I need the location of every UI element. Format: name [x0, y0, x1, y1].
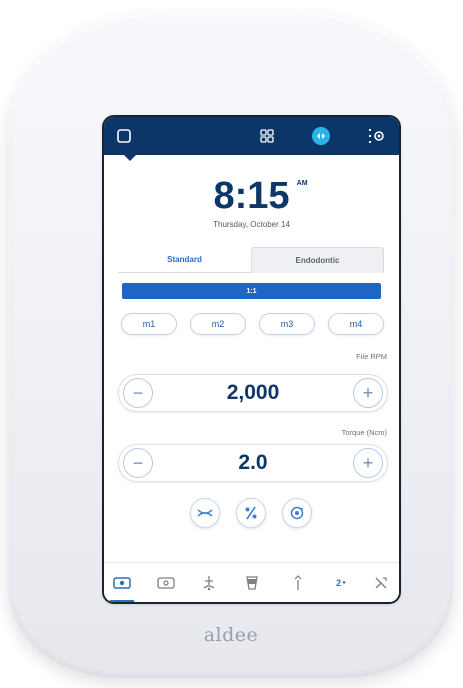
file-rpm-stepper: − 2,000 + [118, 374, 388, 412]
percent-mode-icon [245, 506, 257, 520]
bottom-nav-handpiece[interactable] [155, 574, 177, 592]
tools-icon [375, 577, 387, 589]
percent-mode-button[interactable] [236, 498, 266, 528]
bottom-nav-cup[interactable] [241, 574, 263, 592]
bottom-nav-counter[interactable]: 2 ● [330, 574, 352, 592]
clock-date: Thursday, October 14 [213, 220, 290, 229]
preset-m2-button[interactable]: m2 [190, 313, 246, 335]
auto-reverse-icon [290, 506, 304, 520]
preset-m1-button[interactable]: m1 [121, 313, 177, 335]
auto-reverse-button[interactable] [282, 498, 312, 528]
bottom-nav-tools[interactable] [370, 574, 392, 592]
brand-logo: aldee [203, 624, 259, 646]
mode-tabs: Standard Endodontic [118, 247, 384, 273]
reverse-mode-button[interactable] [190, 498, 220, 528]
cup-icon [246, 576, 258, 590]
bottom-nav-chair[interactable] [198, 574, 220, 592]
torque-stepper: − 2.0 + [118, 444, 388, 482]
screen-icon[interactable] [114, 126, 134, 146]
clock-time: 8:15 AM [213, 175, 308, 217]
counter-dot-icon: ● [342, 580, 346, 586]
preset-m3-button[interactable]: m3 [259, 313, 315, 335]
rpm-increase-button[interactable]: + [353, 378, 383, 408]
tab-standard[interactable]: Standard [118, 247, 251, 273]
bottom-nav-light[interactable] [287, 574, 309, 592]
device-housing: aldee 8:15 AM Thursday, October 14 Stand… [8, 14, 454, 678]
settings-icon[interactable] [366, 126, 386, 146]
reverse-mode-icon [197, 509, 213, 517]
top-bar [104, 117, 399, 155]
chair-icon [203, 576, 215, 591]
gear-ratio-label: 1:1 [246, 287, 257, 295]
clock: 8:15 AM [104, 175, 399, 218]
light-icon [294, 575, 302, 590]
preset-m4-button[interactable]: m4 [328, 313, 384, 335]
active-tab-indicator [110, 600, 134, 602]
clock-ampm: AM [296, 180, 308, 187]
status-indicator-icon[interactable] [311, 126, 331, 146]
torque-increase-button[interactable]: + [353, 448, 383, 478]
handpiece-icon [157, 577, 175, 589]
counter-icon: 2 [336, 578, 342, 588]
tab-endodontic[interactable]: Endodontic [251, 247, 384, 273]
torque-value: 2.0 [238, 451, 268, 474]
file-rpm-label: File RPM [356, 352, 387, 361]
touch-screen: 8:15 AM Thursday, October 14 Standard En… [104, 117, 399, 602]
bottom-nav-motor[interactable] [111, 574, 133, 592]
bottom-nav: 2 ● [104, 562, 399, 602]
active-page-notch [124, 155, 136, 161]
rpm-value: 2,000 [226, 381, 280, 404]
torque-label: Torque (Ncm) [341, 428, 387, 437]
gear-ratio-bar[interactable]: 1:1 [122, 283, 381, 299]
preset-buttons: m1 m2 m3 m4 [121, 313, 387, 335]
motor-icon [113, 577, 131, 589]
grid-icon[interactable] [257, 126, 277, 146]
